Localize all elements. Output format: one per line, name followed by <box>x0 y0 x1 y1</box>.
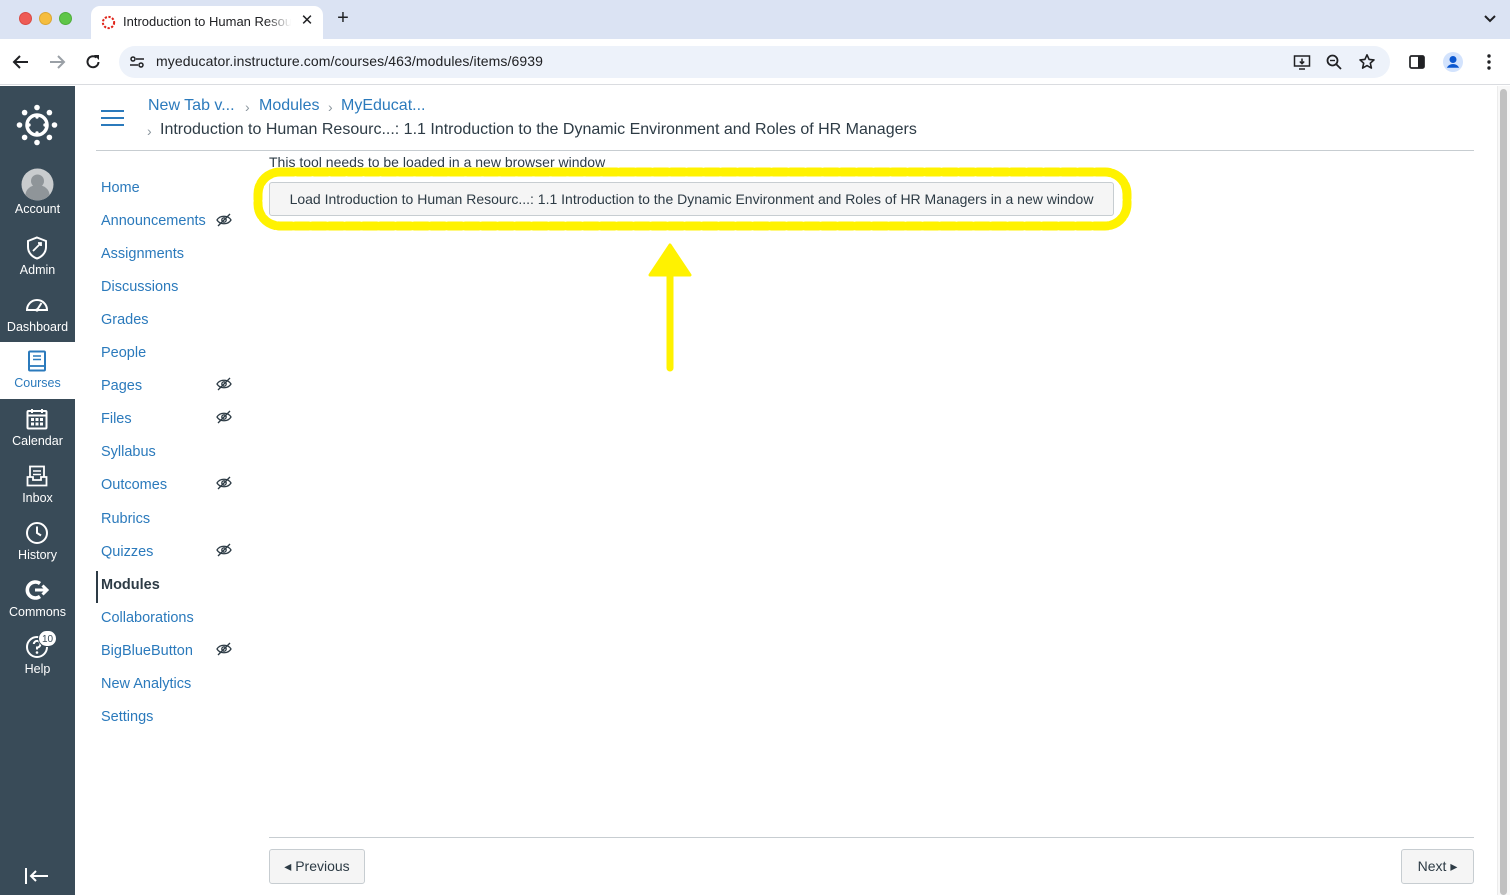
global-nav-label: Courses <box>14 376 61 390</box>
calendar-icon <box>24 406 50 432</box>
hidden-eye-icon <box>216 642 232 656</box>
new-tab-icon[interactable]: + <box>333 8 353 28</box>
breadcrumb-item[interactable]: New Tab v... <box>148 97 235 115</box>
course-nav-pages[interactable]: Pages <box>101 378 142 394</box>
course-nav-files[interactable]: Files <box>101 411 132 427</box>
course-nav-outcomes[interactable]: Outcomes <box>101 477 167 493</box>
site-settings-icon[interactable] <box>129 54 145 70</box>
avatar <box>21 168 54 201</box>
help-count-badge: 10 <box>38 630 57 647</box>
collapse-nav-icon[interactable] <box>24 866 50 886</box>
window-minimize-button[interactable] <box>39 12 52 25</box>
course-nav-syllabus[interactable]: Syllabus <box>101 444 156 460</box>
course-nav-discussions[interactable]: Discussions <box>101 279 178 295</box>
course-nav-collaborations[interactable]: Collaborations <box>101 610 194 626</box>
course-nav-grades[interactable]: Grades <box>101 312 149 328</box>
dashboard-icon <box>24 292 50 318</box>
course-nav-home[interactable]: Home <box>101 180 140 196</box>
hidden-eye-icon <box>216 377 232 391</box>
tab-title: Introduction to Human Resour <box>123 14 291 29</box>
menu-icon[interactable] <box>1478 51 1500 73</box>
breadcrumb-item[interactable]: Modules <box>259 97 319 115</box>
course-nav-rubrics[interactable]: Rubrics <box>101 511 150 527</box>
divider <box>269 837 1474 838</box>
global-nav-courses[interactable]: Courses <box>0 342 75 399</box>
address-bar[interactable]: myeducator.instructure.com/courses/463/m… <box>119 46 1390 78</box>
breadcrumb-separator-icon: › <box>328 99 333 115</box>
course-nav-quizzes[interactable]: Quizzes <box>101 544 153 560</box>
canvas-favicon-icon <box>101 15 116 30</box>
tab-search-chevron-icon[interactable] <box>1482 10 1498 26</box>
forward-icon[interactable] <box>46 51 68 73</box>
clock-icon <box>24 520 50 546</box>
tab-close-icon[interactable]: ✕ <box>299 13 315 29</box>
hidden-eye-icon <box>216 543 232 557</box>
zoom-icon[interactable] <box>1325 53 1343 71</box>
global-navigation: Account Admin Dashboard Courses Calendar… <box>0 86 75 895</box>
window-zoom-button[interactable] <box>59 12 72 25</box>
annotation-arrowhead-icon <box>648 243 692 277</box>
global-nav-calendar[interactable]: Calendar <box>0 402 75 459</box>
profile-icon[interactable] <box>1442 51 1464 73</box>
book-icon <box>24 348 50 374</box>
hidden-eye-icon <box>216 410 232 424</box>
hidden-eye-icon <box>216 476 232 490</box>
scrollbar-thumb[interactable] <box>1500 89 1507 895</box>
window-close-button[interactable] <box>19 12 32 25</box>
global-nav-history[interactable]: History <box>0 516 75 573</box>
global-nav-dashboard[interactable]: Dashboard <box>0 288 75 345</box>
course-nav-settings[interactable]: Settings <box>101 709 153 725</box>
course-menu-toggle[interactable] <box>101 110 124 128</box>
divider <box>96 150 1474 151</box>
inbox-icon <box>24 463 50 489</box>
global-nav-label: History <box>18 548 57 562</box>
global-nav-label: Help <box>24 662 51 676</box>
global-nav-account[interactable]: Account <box>0 168 75 225</box>
global-nav-label: Calendar <box>12 434 63 448</box>
next-button[interactable]: Next ▸ <box>1401 849 1474 884</box>
global-nav-label: Commons <box>9 605 66 619</box>
new-window-notice: This tool needs to be loaded in a new br… <box>269 154 606 170</box>
course-nav-announcements[interactable]: Announcements <box>101 213 206 229</box>
bookmark-star-icon[interactable] <box>1358 53 1376 71</box>
global-nav-label: Dashboard <box>6 320 69 334</box>
global-nav-commons[interactable]: Commons <box>0 573 75 630</box>
install-app-icon[interactable] <box>1293 53 1311 71</box>
canvas-logo-icon[interactable] <box>16 104 58 146</box>
course-nav-modules[interactable]: Modules <box>101 577 160 593</box>
global-nav-label: Admin <box>19 263 56 277</box>
global-nav-inbox[interactable]: Inbox <box>0 459 75 516</box>
breadcrumb-separator-icon: › <box>147 123 152 139</box>
course-nav-new-analytics[interactable]: New Analytics <box>101 676 191 692</box>
global-nav-help[interactable]: 10 Help <box>0 630 75 687</box>
previous-button[interactable]: ◂ Previous <box>269 849 365 884</box>
breadcrumb-separator-icon: › <box>245 99 250 115</box>
commons-icon <box>24 577 50 603</box>
course-nav-people[interactable]: People <box>101 345 146 361</box>
course-nav-assignments[interactable]: Assignments <box>101 246 184 262</box>
reload-icon[interactable] <box>82 51 104 73</box>
browser-toolbar: myeducator.instructure.com/courses/463/m… <box>0 39 1510 85</box>
active-indicator <box>96 571 98 603</box>
course-nav-bigbluebutton[interactable]: BigBlueButton <box>101 643 193 659</box>
global-nav-label: Account <box>14 202 61 216</box>
breadcrumb-item[interactable]: MyEducat... <box>341 97 425 115</box>
side-panel-icon[interactable] <box>1406 51 1428 73</box>
breadcrumb-current: Introduction to Human Resourc...: 1.1 In… <box>160 121 917 138</box>
browser-tab[interactable]: Introduction to Human Resour ✕ <box>91 6 323 39</box>
global-nav-admin[interactable]: Admin <box>0 231 75 288</box>
shield-icon <box>24 235 50 261</box>
back-icon[interactable] <box>10 51 32 73</box>
load-in-new-window-button[interactable]: Load Introduction to Human Resourc...: 1… <box>269 182 1114 216</box>
hidden-eye-icon <box>216 213 232 227</box>
global-nav-label: Inbox <box>22 491 53 505</box>
browser-tab-strip: Introduction to Human Resour ✕ + <box>0 0 1510 39</box>
url-text: myeducator.instructure.com/courses/463/m… <box>156 53 543 69</box>
